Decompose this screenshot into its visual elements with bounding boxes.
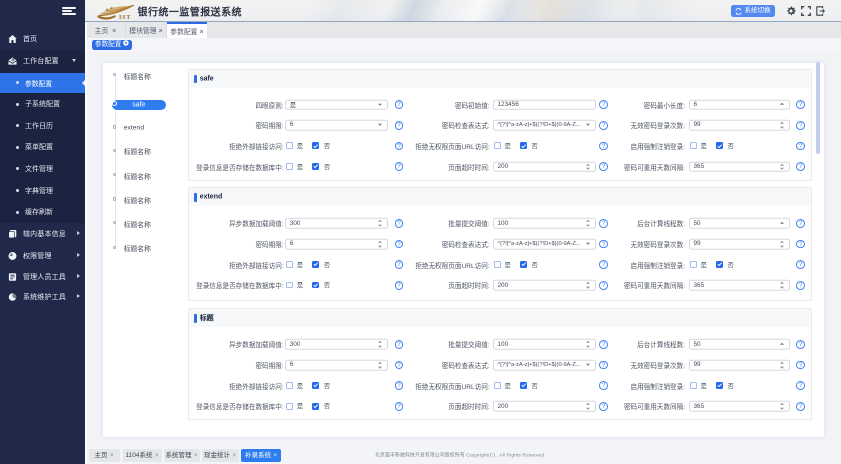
svg-text:IST: IST (119, 14, 131, 21)
